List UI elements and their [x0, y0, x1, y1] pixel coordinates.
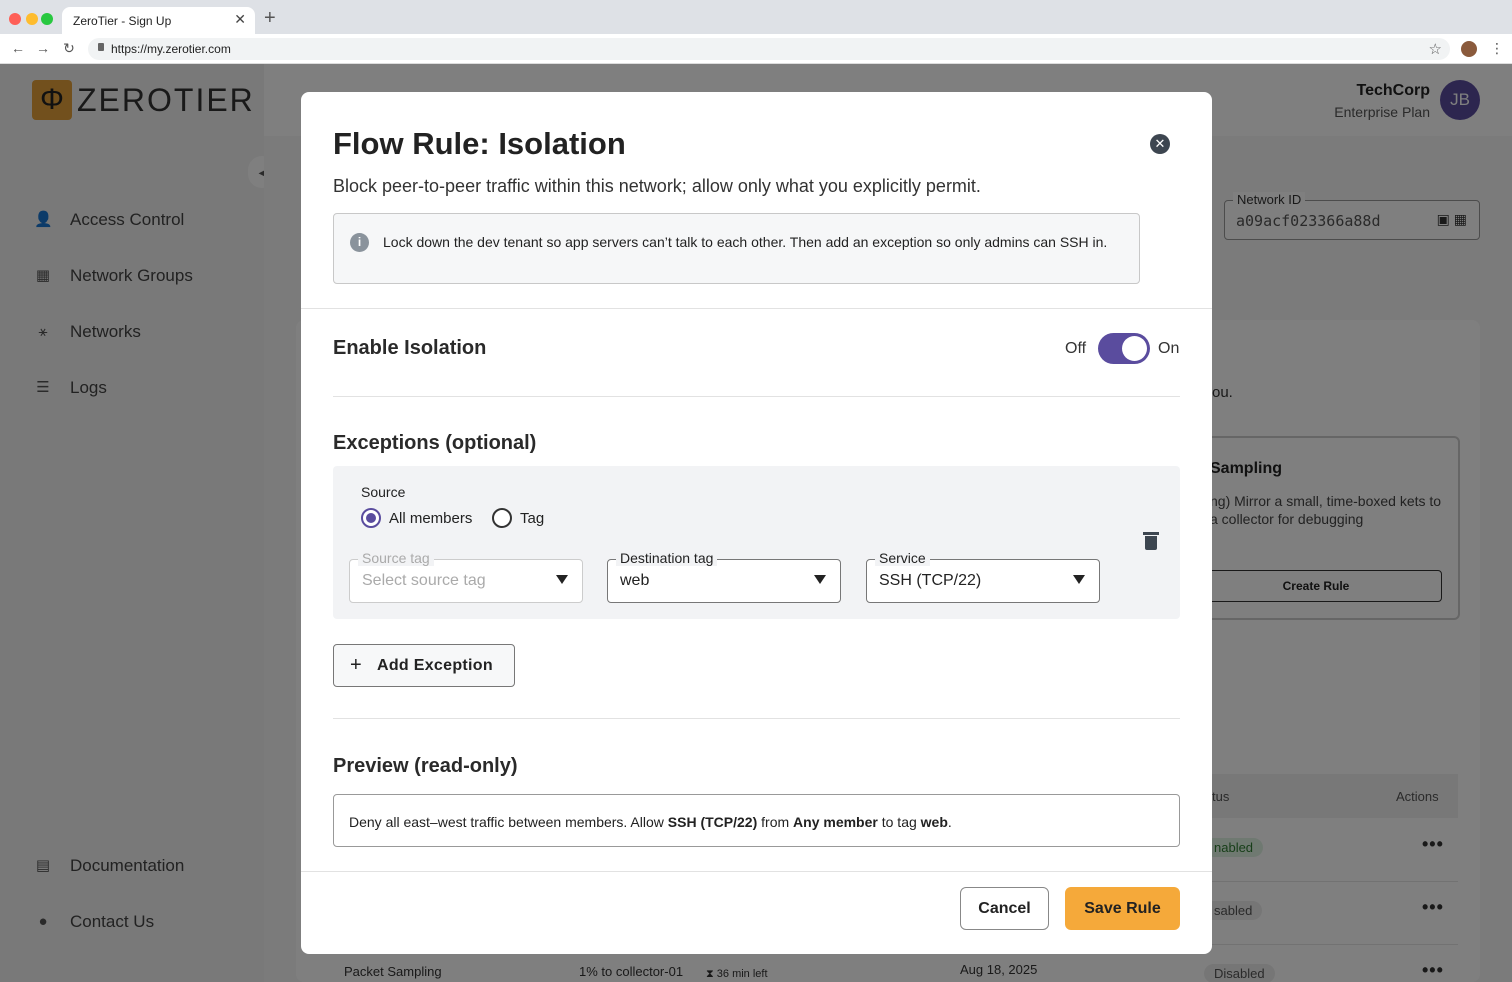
- url-text: https://my.zerotier.com: [111, 42, 231, 56]
- radio-label-tag[interactable]: Tag: [520, 510, 544, 527]
- plus-icon: +: [350, 654, 362, 676]
- back-icon[interactable]: ←: [10, 40, 26, 56]
- chevron-down-icon: [814, 575, 826, 584]
- close-window-button[interactable]: [9, 13, 21, 25]
- preview-text: Deny all east–west traffic between membe…: [349, 814, 952, 830]
- profile-avatar-icon[interactable]: [1461, 41, 1477, 57]
- bookmark-star-icon[interactable]: ☆: [1429, 40, 1442, 58]
- close-icon[interactable]: ✕: [1150, 134, 1170, 154]
- modal-subtitle: Block peer-to-peer traffic within this n…: [333, 176, 981, 196]
- info-text: Lock down the dev tenant so app servers …: [383, 234, 1108, 250]
- preview-part: Deny all east–west traffic between membe…: [349, 814, 668, 830]
- divider: [301, 308, 1212, 309]
- reload-icon[interactable]: ↻: [61, 40, 77, 57]
- radio-all-members[interactable]: [361, 508, 381, 528]
- add-exception-label: Add Exception: [377, 657, 493, 674]
- trash-lid: [1143, 532, 1159, 535]
- add-exception-button[interactable]: + Add Exception: [333, 644, 515, 687]
- source-tag-placeholder: Select source tag: [362, 572, 486, 589]
- info-icon: i: [350, 233, 369, 252]
- preview-source: Any member: [793, 814, 878, 830]
- tab-close-icon[interactable]: ✕: [234, 11, 246, 28]
- trash-body: [1145, 536, 1157, 550]
- modal-title: Flow Rule: Isolation: [333, 126, 626, 161]
- toggle-knob: [1122, 336, 1147, 361]
- source-tag-select[interactable]: Source tag Select source tag: [349, 550, 583, 603]
- info-callout: i Lock down the dev tenant so app server…: [333, 213, 1140, 284]
- minimize-window-button[interactable]: [26, 13, 38, 25]
- new-tab-icon[interactable]: +: [264, 8, 276, 28]
- preview-part: to tag: [877, 814, 921, 830]
- browser-toolbar: ← → ↻ https://my.zerotier.com ☆: [0, 34, 1512, 64]
- save-rule-button[interactable]: Save Rule: [1065, 887, 1180, 930]
- preview-part: .: [947, 814, 952, 830]
- footer-divider: [301, 871, 1212, 872]
- service-value: SSH (TCP/22): [879, 572, 982, 589]
- lock-icon: [98, 43, 104, 51]
- tab-title: ZeroTier - Sign Up: [73, 14, 172, 28]
- flow-rule-modal: Flow Rule: Isolation ✕ Block peer-to-pee…: [301, 92, 1212, 954]
- destination-tag-value: web: [620, 572, 650, 589]
- source-tag-label: Source tag: [358, 550, 434, 566]
- destination-tag-select[interactable]: Destination tag web: [607, 550, 841, 603]
- chevron-down-icon: [556, 575, 568, 584]
- trash-icon[interactable]: [1143, 532, 1159, 552]
- exception-row: Source All members Tag Source tag Select…: [333, 466, 1180, 619]
- preview-box: Deny all east–west traffic between membe…: [333, 794, 1180, 847]
- service-label: Service: [875, 550, 930, 566]
- preview-heading: Preview (read-only): [333, 755, 518, 777]
- service-select[interactable]: Service SSH (TCP/22): [866, 550, 1100, 603]
- browser-menu-icon[interactable]: ⋮: [1490, 40, 1504, 57]
- isolation-toggle[interactable]: [1098, 333, 1150, 364]
- forward-icon[interactable]: →: [35, 40, 51, 56]
- radio-label-all-members[interactable]: All members: [389, 510, 472, 527]
- toggle-on-label: On: [1158, 340, 1180, 357]
- browser-tab[interactable]: ZeroTier - Sign Up ✕: [62, 7, 255, 34]
- maximize-window-button[interactable]: [41, 13, 53, 25]
- address-bar[interactable]: https://my.zerotier.com ☆: [88, 38, 1450, 60]
- preview-part: from: [757, 814, 794, 830]
- cancel-button[interactable]: Cancel: [960, 887, 1049, 930]
- toggle-off-label: Off: [1065, 340, 1087, 357]
- exceptions-heading: Exceptions (optional): [333, 432, 537, 454]
- destination-tag-label: Destination tag: [616, 550, 718, 566]
- preview-service: SSH (TCP/22): [667, 814, 758, 830]
- radio-tag[interactable]: [492, 508, 512, 528]
- preview-tag: web: [920, 814, 948, 830]
- divider: [333, 396, 1180, 397]
- enable-isolation-heading: Enable Isolation: [333, 337, 487, 359]
- chevron-down-icon: [1073, 575, 1085, 584]
- browser-tabstrip: ZeroTier - Sign Up ✕ +: [0, 0, 1512, 34]
- source-label: Source: [361, 484, 406, 500]
- divider: [333, 718, 1180, 719]
